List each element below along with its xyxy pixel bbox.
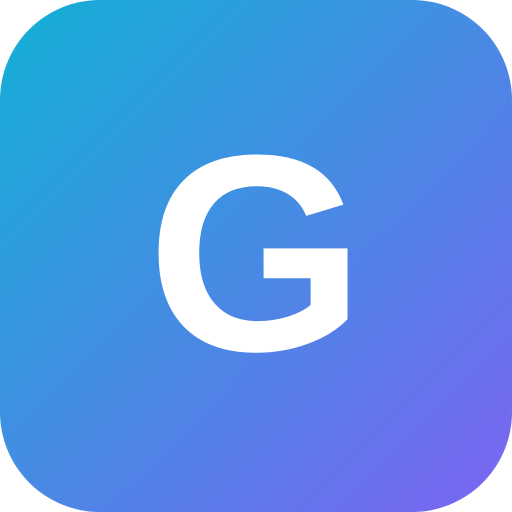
app-icon-letter: G	[147, 98, 365, 410]
app-icon: G	[0, 0, 512, 512]
